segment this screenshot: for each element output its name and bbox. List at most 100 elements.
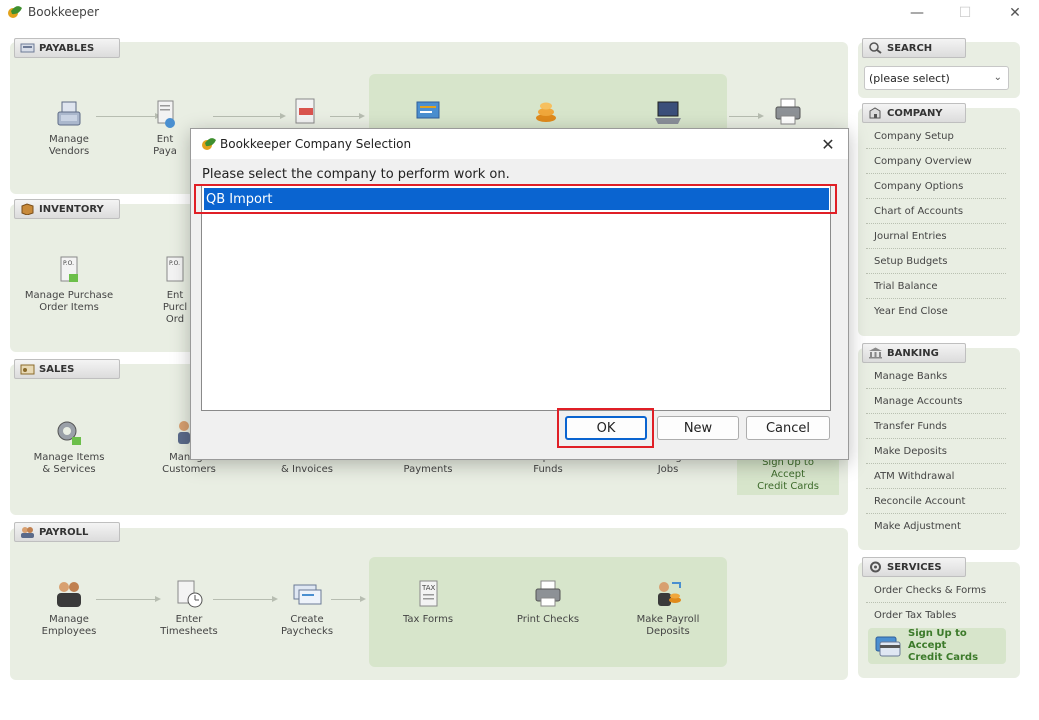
cancel-button[interactable]: Cancel — [746, 416, 830, 440]
banking-item-manage-accounts[interactable]: Manage Accounts — [866, 389, 1006, 414]
company-tab: COMPANY — [862, 103, 966, 123]
banking-item-label: Manage Banks — [874, 370, 948, 382]
services-item-order-checks[interactable]: Order Checks & Forms — [866, 578, 1006, 603]
services-credit-card-promo[interactable]: Sign Up to Accept Credit Cards — [868, 628, 1006, 664]
workflow-item-manage-items-services[interactable]: Manage Items & Services — [19, 416, 119, 476]
company-item-options[interactable]: Company Options — [866, 174, 1006, 199]
workflow-item-manage-vendors[interactable]: Manage Vendors — [19, 98, 119, 158]
search-tab-label: SEARCH — [887, 42, 933, 54]
banking-tab-label: BANKING — [887, 347, 939, 359]
company-item-chart-of-accounts[interactable]: Chart of Accounts — [866, 199, 1006, 224]
workflow-label: Make Payroll Deposits — [636, 614, 700, 637]
payables-tab: PAYABLES — [14, 38, 120, 58]
company-item-setup[interactable]: Company Setup — [866, 124, 1006, 149]
banking-item-reconcile-account[interactable]: Reconcile Account — [866, 489, 1006, 514]
banking-item-label: ATM Withdrawal — [874, 470, 955, 482]
payroll-deposit-icon — [658, 582, 681, 606]
payables-icon — [20, 43, 35, 53]
banking-item-make-deposits[interactable]: Make Deposits — [866, 439, 1006, 464]
services-tab-label: SERVICES — [887, 561, 942, 573]
workflow-label: Create Paychecks — [280, 614, 334, 637]
company-item-label: Company Setup — [874, 130, 954, 142]
employees-icon — [57, 582, 81, 607]
company-item-setup-budgets[interactable]: Setup Budgets — [866, 249, 1006, 274]
services-gear-icon — [870, 561, 881, 573]
dialog-close-button[interactable]: ✕ — [816, 134, 840, 154]
promo-label: Sign Up to Accept Credit Cards — [757, 457, 819, 492]
banking-item-atm-withdrawal[interactable]: ATM Withdrawal — [866, 464, 1006, 489]
coins-icon — [536, 102, 556, 122]
services-item-order-tax-tables[interactable]: Order Tax Tables — [866, 603, 1006, 628]
workflow-item-manage-employees[interactable]: Manage Employees — [19, 578, 119, 638]
inventory-tab: INVENTORY — [14, 199, 120, 219]
company-list[interactable]: QB Import — [201, 185, 831, 411]
company-item-year-end-close[interactable]: Year End Close — [866, 299, 1006, 324]
workflow-item-tax-forms[interactable]: TAX Tax Forms — [378, 578, 478, 626]
building-icon — [869, 107, 881, 119]
workflow-item-enter-timesheets[interactable]: Enter Timesheets — [139, 578, 239, 638]
bank-icon — [869, 347, 882, 359]
app-title: Bookkeeper — [28, 5, 100, 19]
checks-icon — [416, 101, 440, 119]
close-icon: ✕ — [821, 134, 835, 154]
workflow-item-make-payroll-deposits[interactable]: Make Payroll Deposits — [618, 578, 718, 638]
tax-form-icon: TAX — [419, 580, 438, 607]
company-item-label: Company Options — [874, 180, 964, 192]
services-item-label: Order Tax Tables — [874, 610, 957, 621]
close-icon: ✕ — [1009, 5, 1021, 21]
promo-label: Sign Up to Accept Credit Cards — [908, 628, 979, 663]
services-list: Order Checks & Forms Order Tax Tables — [866, 578, 1006, 628]
workflow-item-print-checks[interactable]: Print Checks — [498, 578, 598, 626]
company-tab-label: COMPANY — [887, 107, 943, 119]
highlight-box-ok — [557, 408, 654, 448]
sales-credit-card-promo[interactable]: Sign Up to Accept Credit Cards — [737, 455, 839, 495]
credit-card-icon — [875, 636, 901, 657]
sales-tab: SALES — [14, 359, 120, 379]
workflow-item-create-paychecks[interactable]: Create Paychecks — [257, 578, 357, 638]
bookkeeper-logo-icon — [8, 6, 22, 18]
company-item-overview[interactable]: Company Overview — [866, 149, 1006, 174]
cash-register-icon — [57, 101, 81, 126]
banking-item-transfer-funds[interactable]: Transfer Funds — [866, 414, 1006, 439]
company-item-label: Chart of Accounts — [874, 205, 964, 217]
maximize-button[interactable]: ☐ — [943, 2, 987, 24]
workflow-arrow — [729, 113, 764, 119]
timesheet-clock-icon — [177, 580, 203, 608]
close-button[interactable]: ✕ — [993, 2, 1037, 24]
banking-item-manage-banks[interactable]: Manage Banks — [866, 364, 1006, 389]
search-tab: SEARCH — [862, 38, 966, 58]
company-list: Company Setup Company Overview Company O… — [866, 124, 1006, 324]
company-item-journal-entries[interactable]: Journal Entries — [866, 224, 1006, 249]
laptop-icon — [655, 101, 681, 124]
purchase-order-icon: P.O. — [60, 256, 78, 282]
banking-item-label: Manage Accounts — [874, 395, 963, 407]
company-item-label: Company Overview — [874, 155, 972, 167]
banking-item-make-adjustment[interactable]: Make Adjustment — [866, 514, 1006, 539]
workflow-arrow — [331, 596, 366, 602]
svg-text:P.O.: P.O. — [169, 260, 180, 267]
new-button[interactable]: New — [657, 416, 739, 440]
workflow-label: Manage Vendors — [48, 134, 90, 157]
banking-list: Manage Banks Manage Accounts Transfer Fu… — [866, 364, 1006, 539]
company-item-trial-balance[interactable]: Trial Balance — [866, 274, 1006, 299]
company-item-label: Setup Budgets — [874, 255, 948, 267]
services-item-label: Order Checks & Forms — [874, 584, 987, 596]
workflow-arrow — [213, 113, 286, 119]
company-item-label: Journal Entries — [874, 230, 947, 242]
minimize-button[interactable]: — — [895, 2, 939, 24]
workflow-item-manage-purchase-order-items[interactable]: P.O. Manage Purchase Order Items — [19, 254, 119, 314]
paid-invoice-icon — [295, 98, 315, 124]
box-icon — [21, 203, 34, 215]
dialog-prompt: Please select the company to perform wor… — [202, 167, 510, 182]
bookkeeper-logo-icon — [202, 138, 216, 150]
workflow-label: Tax Forms — [402, 614, 454, 625]
minimize-icon: — — [910, 5, 924, 21]
search-icon — [869, 42, 882, 54]
svg-text:P.O.: P.O. — [63, 260, 74, 267]
maximize-icon: ☐ — [958, 5, 972, 21]
people-icon — [21, 527, 34, 538]
workflow-label: Manage Purchase Order Items — [24, 290, 114, 313]
search-select[interactable]: (please select) ⌄ — [864, 66, 1009, 90]
sales-tab-label: SALES — [39, 363, 75, 375]
company-item-label: Year End Close — [874, 306, 948, 317]
